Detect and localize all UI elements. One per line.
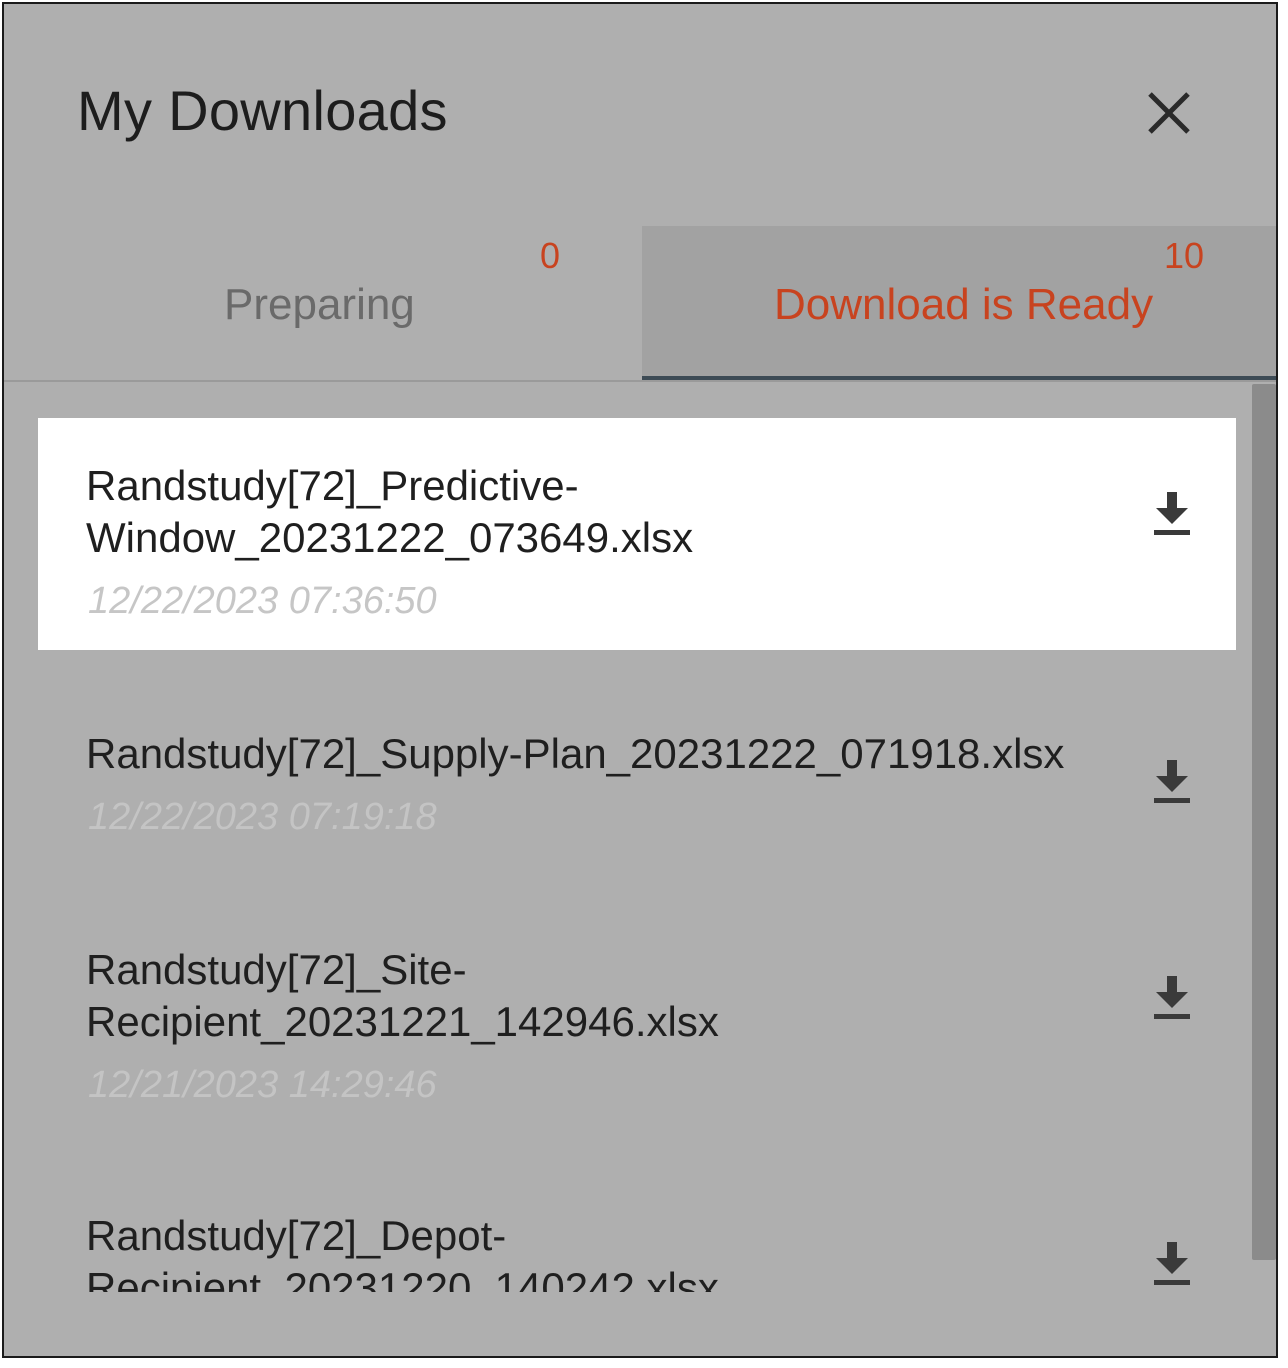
download-button[interactable] <box>1152 490 1192 538</box>
list-item[interactable]: Randstudy[72]_Supply-Plan_20231222_07191… <box>38 684 1236 884</box>
tab-ready-count: 10 <box>1164 235 1205 276</box>
close-button[interactable] <box>1142 86 1196 140</box>
panel-title: My Downloads <box>77 79 448 142</box>
file-timestamp: 12/22/2023 07:19:18 <box>88 796 437 838</box>
file-name: Randstudy[72]_Site- Recipient_20231221_1… <box>86 946 719 1045</box>
download-list: Randstudy[72]_Predictive- Window_2023122… <box>4 382 1250 1292</box>
tab-preparing-label: Preparing <box>224 280 415 329</box>
file-name: Randstudy[72]_Depot- Recipient_20231220_… <box>86 1212 719 1292</box>
download-button[interactable] <box>1152 1240 1192 1288</box>
list-scrollbar[interactable] <box>1252 384 1276 1260</box>
close-icon <box>1148 92 1190 134</box>
download-icon <box>1154 760 1190 803</box>
tab-preparing-count: 0 <box>540 235 561 276</box>
file-timestamp: 12/22/2023 07:36:50 <box>88 580 437 622</box>
tab-ready-label: Download is Ready <box>774 280 1154 329</box>
list-item[interactable]: Randstudy[72]_Depot- Recipient_20231220_… <box>38 1168 1236 1292</box>
download-icon <box>1154 492 1190 535</box>
download-icon <box>1154 1242 1190 1285</box>
download-button[interactable] <box>1152 974 1192 1022</box>
downloads-panel: My Downloads 0 Preparing 10 Download is … <box>2 2 1278 1358</box>
file-name: Randstudy[72]_Supply-Plan_20231222_07191… <box>86 730 1065 777</box>
file-name: Randstudy[72]_Predictive- Window_2023122… <box>86 462 694 561</box>
download-icon <box>1154 976 1190 1019</box>
list-item[interactable]: Randstudy[72]_Predictive- Window_2023122… <box>38 418 1236 650</box>
tab-download-ready[interactable]: 10 Download is Ready <box>642 226 1276 382</box>
panel-header: My Downloads <box>4 4 1276 226</box>
tab-bar: 0 Preparing 10 Download is Ready <box>4 226 1276 382</box>
list-item[interactable]: Randstudy[72]_Site- Recipient_20231221_1… <box>38 902 1236 1142</box>
file-timestamp: 12/21/2023 14:29:46 <box>88 1064 437 1106</box>
tab-preparing[interactable]: 0 Preparing <box>4 226 642 380</box>
panel-footer <box>4 1292 1276 1356</box>
download-button[interactable] <box>1152 758 1192 806</box>
